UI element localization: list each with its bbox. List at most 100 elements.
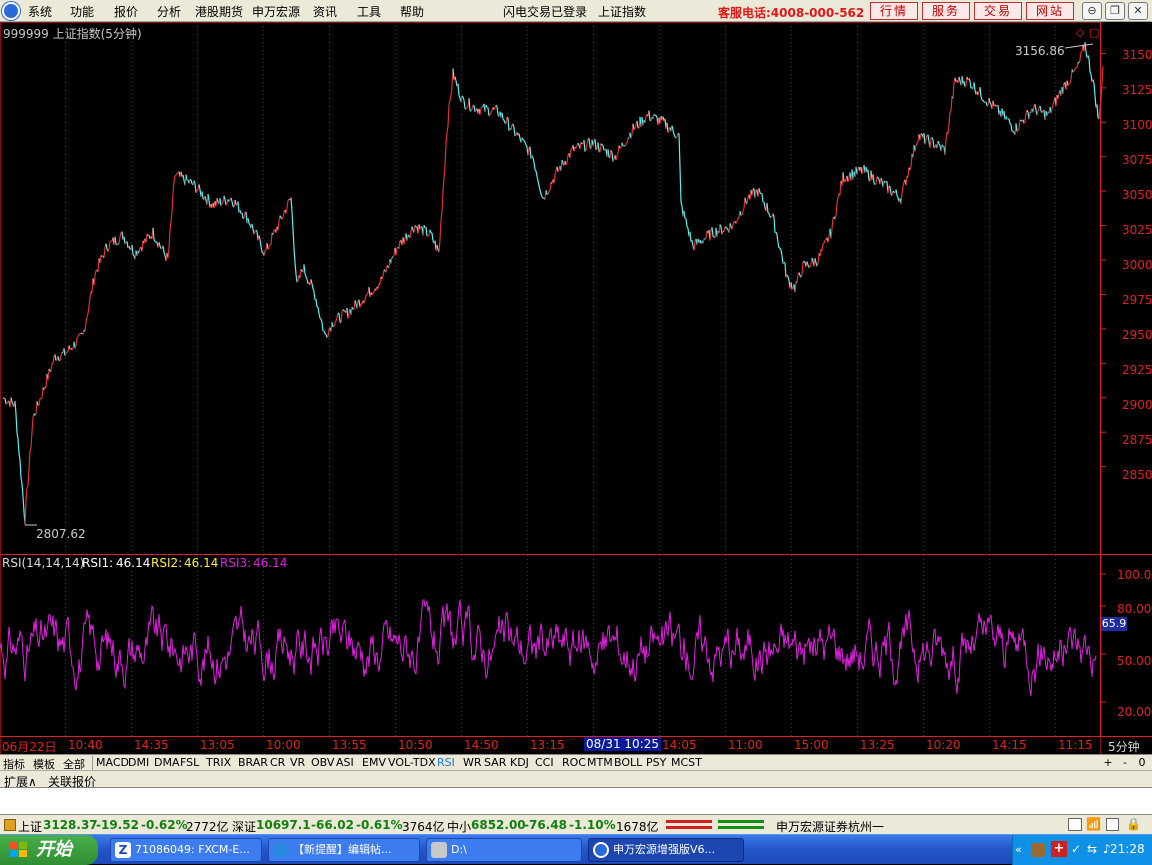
price-segment xyxy=(1017,131,1018,132)
zoom-in-button[interactable]: + xyxy=(1101,756,1115,770)
price-segment xyxy=(581,142,582,144)
clock: 21:28 xyxy=(1110,842,1145,856)
tab-trade[interactable]: 交易 xyxy=(974,2,1022,20)
price-segment xyxy=(318,307,319,313)
price-segment xyxy=(1063,83,1064,94)
price-segment xyxy=(337,313,338,317)
chart-canvas[interactable] xyxy=(0,22,1152,754)
tab-trix[interactable]: TRIX xyxy=(206,756,231,769)
time-axis-label: 10:40 xyxy=(68,738,103,752)
tab-obv[interactable]: OBV xyxy=(311,756,334,769)
price-segment xyxy=(1016,123,1017,131)
price-axis-label: 2900 xyxy=(1122,398,1152,412)
tab-service[interactable]: 服务 xyxy=(922,2,970,20)
tab-dma[interactable]: DMA xyxy=(154,756,180,769)
restore-icon[interactable]: ❐ xyxy=(1105,2,1125,20)
tab-mcst[interactable]: MCST xyxy=(671,756,702,769)
price-segment xyxy=(932,137,933,139)
menu-system[interactable]: 系统 xyxy=(28,3,52,20)
zoom-out-button[interactable]: - xyxy=(1118,756,1132,770)
start-button[interactable]: 开始 xyxy=(0,835,98,865)
price-segment xyxy=(300,269,301,278)
lock-icon[interactable]: 🔒 xyxy=(1126,817,1141,831)
keyboard-icon[interactable] xyxy=(1068,818,1082,831)
sh-label[interactable]: 上证 xyxy=(18,818,42,835)
price-segment xyxy=(324,331,325,334)
price-segment xyxy=(625,145,626,146)
price-segment xyxy=(109,242,110,250)
tab-cci[interactable]: CCI xyxy=(535,756,554,769)
menu-tools[interactable]: 工具 xyxy=(357,3,381,20)
tab-market[interactable]: 行情 xyxy=(870,2,918,20)
menu-analysis[interactable]: 分析 xyxy=(157,3,181,20)
tab-mtm[interactable]: MTM xyxy=(587,756,613,769)
price-segment xyxy=(514,128,515,136)
message-icon[interactable] xyxy=(1106,818,1119,831)
tab-psy[interactable]: PSY xyxy=(646,756,666,769)
price-segment xyxy=(986,102,987,106)
sz-label[interactable]: 深证 xyxy=(232,818,256,835)
price-segment xyxy=(712,227,713,236)
price-segment xyxy=(168,248,169,258)
tab-brar[interactable]: BRAR xyxy=(238,756,268,769)
window-toggle-icon[interactable]: ▢ xyxy=(1089,26,1099,39)
time-axis-label: 14:15 xyxy=(992,738,1027,752)
menu-function[interactable]: 功能 xyxy=(70,3,94,20)
minimize-icon[interactable]: ⊖ xyxy=(1082,2,1102,20)
price-segment xyxy=(742,211,743,215)
price-segment xyxy=(612,153,613,162)
tab-vr[interactable]: VR xyxy=(290,756,305,769)
tab-dmi[interactable]: DMI xyxy=(128,756,149,769)
price-axis-label: 2950 xyxy=(1122,328,1152,342)
period-label[interactable]: 5分钟 xyxy=(1108,738,1140,755)
tab-macd[interactable]: MACD xyxy=(96,756,129,769)
cursor-date-highlight: 08/31 10:25 xyxy=(584,737,661,751)
chart-area[interactable]: 999999 上证指数(5分钟) 3156.86 2807.62 ◇ ▢ 315… xyxy=(0,22,1152,754)
price-segment xyxy=(580,142,581,148)
time-axis-label: 10:50 xyxy=(398,738,433,752)
price-axis-label: 2925 xyxy=(1122,363,1152,377)
tab-emv[interactable]: EMV xyxy=(362,756,386,769)
tab-sar[interactable]: SAR xyxy=(484,756,506,769)
menu-quote[interactable]: 报价 xyxy=(114,3,138,20)
zx-label[interactable]: 中小 xyxy=(447,818,471,835)
task-explorer[interactable]: D:\ xyxy=(426,838,582,862)
tray-check-icon[interactable]: ✓ xyxy=(1071,842,1081,856)
task-browser[interactable]: 【新提醒】编辑帖... xyxy=(268,838,420,862)
tab-wr[interactable]: WR xyxy=(463,756,482,769)
tab-cr[interactable]: CR xyxy=(270,756,285,769)
menu-info[interactable]: 资讯 xyxy=(313,3,337,20)
price-segment xyxy=(282,217,283,219)
price-segment xyxy=(76,338,77,345)
tab-vol-tdx[interactable]: VOL-TDX xyxy=(388,756,436,769)
tray-cross-icon[interactable]: + xyxy=(1051,841,1067,857)
price-segment xyxy=(1037,111,1038,115)
menu-swhy[interactable]: 申万宏源 xyxy=(252,3,300,20)
price-segment xyxy=(305,273,306,276)
reset-button[interactable]: 0 xyxy=(1135,756,1149,770)
tab-rsi[interactable]: RSI xyxy=(437,756,455,769)
price-segment xyxy=(890,187,891,194)
tab-boll[interactable]: BOLL xyxy=(614,756,642,769)
price-segment xyxy=(679,133,680,167)
price-segment xyxy=(896,189,897,195)
task-fxcm[interactable]: Z 71086049: FXCM-E... xyxy=(110,838,262,862)
task-swhy[interactable]: 申万宏源增强版V6... xyxy=(588,838,744,862)
price-axis-label: 2975 xyxy=(1122,293,1152,307)
price-segment xyxy=(996,106,997,107)
price-segment xyxy=(740,211,741,215)
menu-hk-futures[interactable]: 港股期货 xyxy=(195,3,243,20)
tray-expand-icon[interactable]: « xyxy=(1015,843,1022,856)
menu-help[interactable]: 帮助 xyxy=(400,3,424,20)
tray-app-icon[interactable] xyxy=(1031,843,1045,857)
tray-network-icon[interactable]: ⇆ xyxy=(1087,842,1097,856)
tab-website[interactable]: 网站 xyxy=(1026,2,1074,20)
price-segment xyxy=(327,337,328,338)
tab-fsl[interactable]: FSL xyxy=(180,756,199,769)
price-segment xyxy=(106,244,107,250)
close-icon[interactable]: ✕ xyxy=(1128,2,1148,20)
tab-kdj[interactable]: KDJ xyxy=(510,756,529,769)
tab-roc[interactable]: ROC xyxy=(562,756,586,769)
price-segment xyxy=(467,106,468,107)
tab-asi[interactable]: ASI xyxy=(336,756,354,769)
